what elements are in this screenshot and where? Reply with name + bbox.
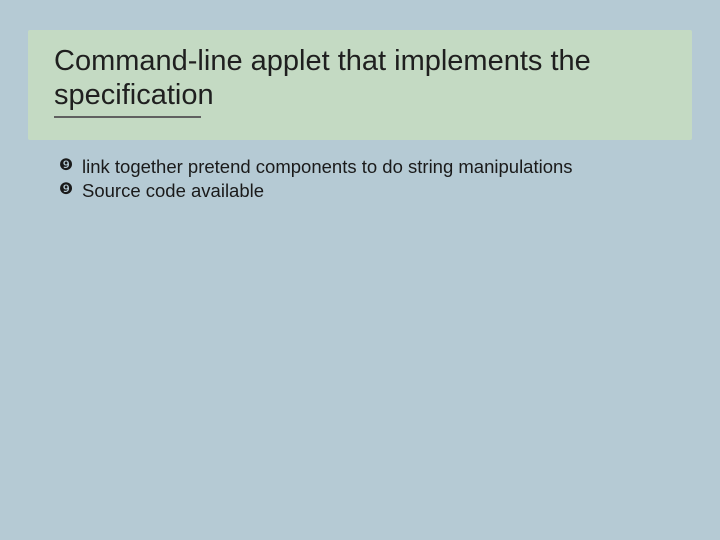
- list-item: ❾ link together pretend components to do…: [58, 155, 678, 178]
- bullet-text: Source code available: [82, 179, 264, 202]
- bullet-text: link together pretend components to do s…: [82, 155, 573, 178]
- bullet-icon: ❾: [58, 179, 74, 201]
- title-underline: [54, 116, 201, 118]
- list-item: ❾ Source code available: [58, 179, 678, 202]
- body-area: ❾ link together pretend components to do…: [58, 155, 678, 203]
- bullet-icon: ❾: [58, 155, 74, 177]
- title-band: Command-line applet that implements the …: [28, 30, 692, 140]
- slide-title: Command-line applet that implements the …: [54, 44, 666, 112]
